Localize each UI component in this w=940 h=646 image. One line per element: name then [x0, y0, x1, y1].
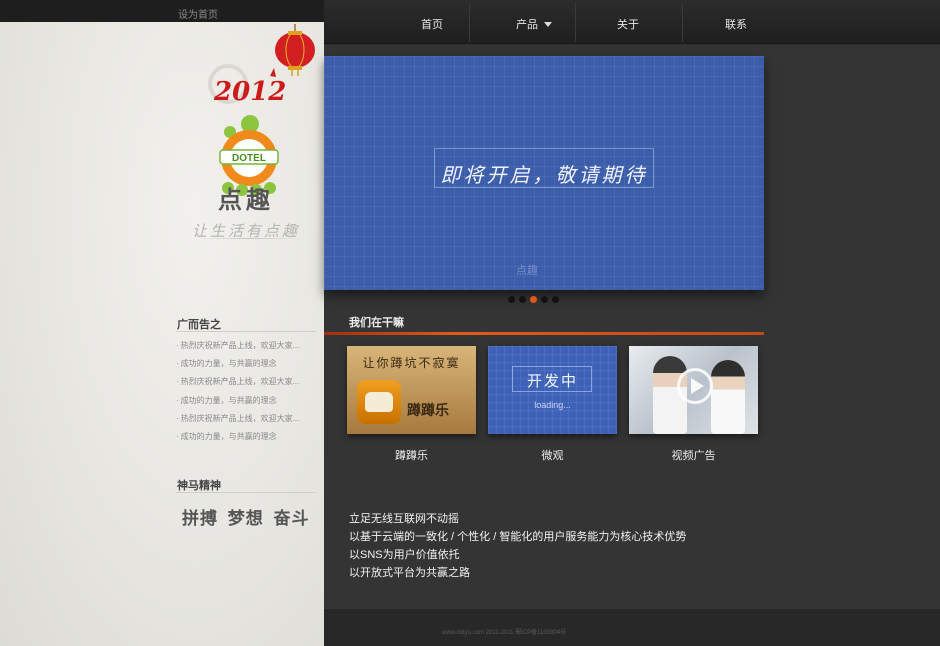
weiguan-thumb-loading: loading...	[534, 400, 571, 410]
work-card-weiguan[interactable]: 开发中 loading... 微观	[488, 346, 617, 463]
nav-products[interactable]: 产品	[484, 0, 584, 44]
person-figure	[711, 360, 745, 434]
logo-text: DOTEL	[232, 153, 266, 164]
works-divider	[324, 332, 764, 335]
list-item[interactable]: 热烈庆祝新产品上线，欢迎大家...	[176, 413, 300, 431]
banner-pagination	[508, 296, 559, 303]
weiguan-thumbnail: 开发中 loading...	[488, 346, 617, 434]
nav-divider	[469, 2, 470, 42]
mission-item: 立足无线互联网不动摇	[349, 513, 459, 525]
list-item[interactable]: 热烈庆祝新产品上线，欢迎大家...	[176, 376, 300, 394]
nav-home[interactable]: 首页	[382, 0, 482, 44]
chevron-down-icon	[544, 22, 552, 27]
banner-text: 即将开启，敬请期待	[440, 163, 648, 187]
list-item[interactable]: 成功的力量，与共赢的理念	[176, 395, 299, 413]
slogan-divider	[196, 238, 306, 239]
spirit-divider	[176, 492, 316, 493]
nav-divider	[575, 2, 576, 42]
ads-list: 热烈庆祝新产品上线，欢迎大家... 成功的力量，与共赢的理念 热烈庆祝新产品上线…	[176, 340, 300, 449]
mission-list: 立足无线互联网不动摇 以基于云端的一致化 / 个性化 / 智能化的用户服务能力为…	[349, 510, 686, 582]
slide-dot-5[interactable]	[552, 296, 559, 303]
brand-name: 点趣	[218, 187, 274, 214]
work-card-label: 蹲蹲乐	[395, 450, 428, 462]
work-card-video-ads[interactable]: 视频广告	[629, 346, 758, 463]
nav-contact-label: 联系	[725, 19, 747, 31]
work-card-label: 微观	[541, 450, 564, 462]
mission-item: 以开放式平台为共赢之路	[349, 567, 470, 579]
dundunle-thumb-heading: 让你蹲坑不寂寞	[362, 356, 461, 370]
toilet-app-icon	[357, 380, 401, 424]
ads-divider	[176, 331, 316, 332]
nav-divider	[682, 2, 683, 42]
banner-watermark: 点趣	[516, 265, 538, 277]
nav-contact[interactable]: 联系	[686, 0, 786, 44]
slide-dot-2[interactable]	[519, 296, 526, 303]
top-strip	[0, 0, 324, 22]
new-year-emblem-icon: 2012	[208, 64, 286, 107]
dundunle-thumbnail: 让你蹲坑不寂寞 蹲蹲乐	[347, 346, 476, 434]
mission-item: 以SNS为用户价值依托	[349, 549, 460, 561]
video-ads-thumbnail	[629, 346, 758, 434]
dundunle-thumb-name: 蹲蹲乐	[407, 402, 449, 418]
list-item[interactable]: 成功的力量，与共赢的理念	[176, 431, 299, 449]
footer-copyright: www.dotyu.com 2011-2011 蜀ICP备1100304号	[442, 630, 567, 636]
works-title: 我们在干嘛	[349, 317, 404, 329]
play-icon[interactable]	[677, 368, 713, 404]
work-card-label: 视频广告	[671, 450, 716, 462]
sidebar: 2012 DOTEL	[0, 22, 324, 646]
hero-banner[interactable]: 即将开启，敬请期待 点趣	[324, 56, 764, 290]
mission-item: 以基于云端的一致化 / 个性化 / 智能化的用户服务能力为核心技术优势	[349, 531, 687, 543]
nav-home-label: 首页	[421, 19, 443, 31]
nav-products-label: 产品	[516, 19, 538, 31]
list-item[interactable]: 成功的力量，与共赢的理念	[176, 358, 299, 376]
footer	[324, 609, 940, 646]
slide-dot-1[interactable]	[508, 296, 515, 303]
weiguan-thumb-heading: 开发中	[526, 373, 578, 390]
spirit-title: 神马精神	[177, 480, 221, 492]
slide-dot-4[interactable]	[541, 296, 548, 303]
set-homepage-link[interactable]: 设为首页	[178, 6, 218, 21]
ads-title: 广而告之	[177, 319, 221, 331]
year-mark: 2012	[213, 77, 286, 107]
spirit-text: 拼搏 梦想 奋斗	[182, 509, 310, 528]
nav-about[interactable]: 关于	[578, 0, 678, 44]
list-item[interactable]: 热烈庆祝新产品上线，欢迎大家...	[176, 340, 300, 358]
slide-dot-3[interactable]	[530, 296, 537, 303]
main-nav: 首页 产品 关于 联系	[324, 0, 940, 44]
work-card-dundunle[interactable]: 让你蹲坑不寂寞 蹲蹲乐 蹲蹲乐	[347, 346, 476, 463]
nav-about-label: 关于	[617, 19, 639, 31]
banner-frame: 即将开启，敬请期待	[434, 148, 654, 188]
